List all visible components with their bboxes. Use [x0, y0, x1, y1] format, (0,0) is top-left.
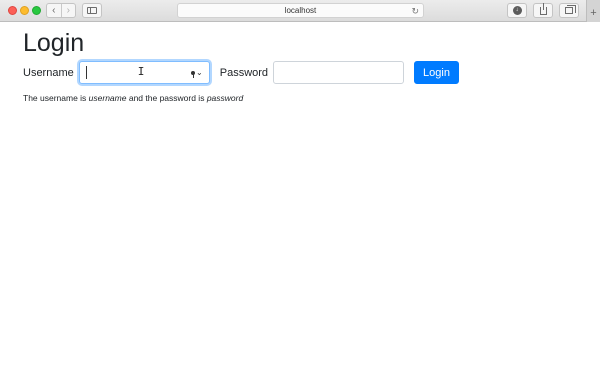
url-text: localhost [284, 6, 317, 15]
tab-overview-button[interactable] [559, 3, 579, 18]
history-nav: ‹ › [46, 3, 76, 18]
address-bar[interactable]: localhost ↻ [177, 3, 424, 18]
username-label: Username [23, 66, 74, 79]
hint-middle: and the password is [126, 93, 207, 103]
hint-prefix: The username is [23, 93, 89, 103]
zoom-window-button[interactable] [32, 6, 41, 15]
credentials-hint: The username is username and the passwor… [23, 93, 583, 103]
login-form: Username I ⌄ Password Login [23, 61, 583, 84]
sidebar-icon [87, 7, 97, 14]
page-title: Login [23, 29, 85, 57]
share-icon [539, 2, 547, 15]
chevron-down-icon: ⌄ [196, 68, 203, 77]
sidebar-toggle-button[interactable] [82, 3, 102, 18]
download-icon: ↓ [512, 6, 522, 15]
login-page: Login Username I ⌄ Password Login The us… [23, 29, 583, 103]
browser-toolbar: ‹ › localhost ↻ ↓ + [0, 0, 600, 22]
ibeam-cursor-icon: I [137, 65, 145, 78]
forward-icon[interactable]: › [60, 4, 76, 17]
hint-password: password [206, 93, 244, 103]
back-icon[interactable]: ‹ [47, 4, 61, 17]
minimize-window-button[interactable] [20, 6, 29, 15]
new-tab-button[interactable]: + [586, 0, 600, 22]
close-window-button[interactable] [8, 6, 17, 15]
password-input[interactable] [273, 61, 405, 84]
tabs-icon [565, 5, 576, 14]
username-field-wrapper: I ⌄ [78, 61, 210, 84]
text-caret [85, 66, 87, 79]
password-label: Password [219, 66, 269, 79]
share-button[interactable] [533, 2, 553, 18]
keychain-autofill-button[interactable]: ⌄ [191, 66, 203, 79]
hint-username: username [88, 93, 127, 103]
reload-icon[interactable]: ↻ [411, 5, 419, 17]
plus-icon: + [590, 7, 597, 19]
downloads-button[interactable]: ↓ [507, 3, 527, 18]
key-icon [191, 70, 196, 78]
login-button[interactable]: Login [414, 61, 459, 84]
